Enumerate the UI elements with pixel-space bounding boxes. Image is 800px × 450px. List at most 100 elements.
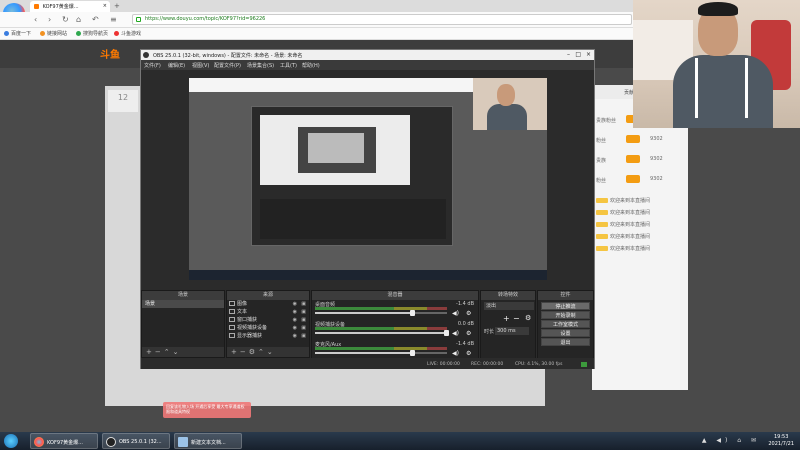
clock-time: 19:53 [773, 434, 789, 440]
exit-button[interactable]: 退出 [541, 338, 590, 346]
source-item[interactable]: 窗口捕获 ◉ ▣ [227, 316, 309, 324]
gear-icon[interactable]: ⚙ [466, 350, 471, 357]
shirt-stripe [745, 58, 748, 118]
forward-icon[interactable]: › [48, 15, 51, 24]
taskbar-item-browser[interactable]: KOF97黄金爆... [30, 433, 98, 449]
scene-item[interactable]: 场景 [142, 300, 224, 308]
speaker-icon[interactable]: ◀) [452, 350, 459, 357]
chat-message: 欢迎来到本直播间 [596, 209, 650, 216]
menu-scene-collection[interactable]: 场景集合(S) [247, 62, 274, 69]
new-tab-icon[interactable]: + [114, 2, 120, 10]
maximize-icon[interactable]: □ [575, 51, 581, 58]
duration-field[interactable]: 300 ms [495, 327, 529, 335]
source-item[interactable]: 视频捕获设备 ◉ ▣ [227, 324, 309, 332]
gear-icon[interactable]: ⚙ [466, 310, 471, 317]
remove-icon[interactable]: − [155, 348, 164, 356]
studio-mode-button[interactable]: 工作室模式 [541, 320, 590, 328]
user-tag-icon [596, 210, 608, 215]
taskbar: KOF97黄金爆... OBS 25.0.1 (32... 新建文本文档... … [0, 432, 800, 450]
slider-knob[interactable] [410, 350, 415, 356]
speaker-icon[interactable]: ◀) [452, 330, 459, 337]
down-icon[interactable]: ⌄ [267, 348, 276, 356]
danmu-tip[interactable]: 回复该礼物入场 开通后享受 最大专享通道权限和道具特权 [163, 402, 251, 418]
preview-nested [260, 115, 410, 185]
remove-icon[interactable]: − [240, 348, 249, 356]
clock[interactable]: 19:53 2021/7/21 [768, 434, 794, 448]
menu-edit[interactable]: 编辑(E) [168, 62, 185, 69]
obs-preview[interactable] [189, 78, 547, 280]
lock-icon: ▣ [301, 333, 306, 339]
settings-button[interactable]: 设置 [541, 329, 590, 337]
bookmark-item[interactable]: 斗鱼游戏 [114, 30, 141, 37]
add-transition-icon[interactable]: + [503, 314, 510, 323]
obs-title-text: OBS 25.0.1 (32-bit, windows) - 配置文件: 未命名… [153, 53, 303, 59]
transition-select[interactable]: 淡出 [484, 302, 534, 310]
obs-menubar: 文件(F) 编辑(E) 视图(V) 配置文件(P) 场景集合(S) 工具(T) … [141, 60, 594, 70]
douyu-favicon-icon [34, 4, 39, 9]
gear-icon[interactable]: ⚙ [249, 348, 258, 356]
up-icon[interactable]: ⌃ [164, 348, 173, 356]
link-icon [40, 31, 45, 36]
system-tray[interactable]: ▲ ◀) ⌂ ✉ [702, 437, 760, 444]
source-item[interactable]: 图像 ◉ ▣ [227, 300, 309, 308]
menu-icon[interactable]: ≡ [110, 15, 117, 24]
up-icon[interactable]: ⌃ [258, 348, 267, 356]
clock-date: 2021/7/21 [768, 441, 794, 447]
chat-message: 欢迎来到本直播间 [596, 245, 650, 252]
user-tag-icon [596, 222, 608, 227]
slider-knob[interactable] [444, 330, 449, 336]
douyu-icon [114, 31, 119, 36]
remove-transition-icon[interactable]: − [513, 314, 520, 323]
menu-profile[interactable]: 配置文件(P) [214, 62, 241, 69]
speaker-icon[interactable]: ◀) [452, 310, 459, 317]
minimize-icon[interactable]: – [567, 51, 570, 58]
menu-view[interactable]: 视图(V) [192, 62, 209, 69]
stream-health-icon [581, 362, 587, 367]
volume-slider[interactable] [315, 332, 447, 334]
down-icon[interactable]: ⌄ [173, 348, 182, 356]
lock-icon: ▣ [301, 301, 306, 307]
gear-icon[interactable]: ⚙ [466, 330, 471, 337]
menu-file[interactable]: 文件(F) [144, 62, 161, 69]
cpu-status: CPU: 4.1%, 30.00 fps [515, 362, 563, 367]
bookmark-item[interactable]: 链接网站 [40, 30, 67, 37]
text-icon [229, 309, 235, 314]
volume-slider[interactable] [315, 312, 447, 314]
volume-slider[interactable] [315, 352, 447, 354]
eye-icon: ◉ [292, 301, 297, 307]
address-bar[interactable]: https://www.douyu.com/topic/KOF97?rid=96… [132, 14, 632, 25]
browser-tab[interactable]: KOF97黄金爆... × [30, 1, 110, 12]
taskbar-item-obs[interactable]: OBS 25.0.1 (32... [102, 433, 170, 449]
slider-knob[interactable] [410, 310, 415, 316]
mixer-channel: 桌面音频 -1.4 dB ◀) ⚙ [315, 301, 474, 317]
add-icon[interactable]: + [146, 348, 155, 356]
start-record-button[interactable]: 开始录制 [541, 311, 590, 319]
eye-icon: ◉ [292, 333, 297, 339]
taskbar-item-notepad[interactable]: 新建文本文档... [174, 433, 242, 449]
source-item[interactable]: 显示器捕获 ◉ ▣ [227, 332, 309, 340]
close-tab-icon[interactable]: × [103, 3, 107, 9]
preview-person-shirt [487, 104, 527, 130]
mixer-dock: 混音器 桌面音频 -1.4 dB ◀) ⚙ 视频捕获设备 0.0 dB ◀) ⚙ 麦… [311, 290, 479, 358]
menu-tools[interactable]: 工具(T) [280, 62, 297, 69]
scenes-toolbar: +−⌃⌄ [142, 347, 224, 357]
preview-nested-3 [308, 133, 364, 163]
source-item[interactable]: 文本 ◉ ▣ [227, 308, 309, 316]
add-icon[interactable]: + [231, 348, 240, 356]
webcam-feed [633, 0, 800, 128]
home-icon[interactable]: ⌂ [76, 15, 81, 24]
site-logo[interactable]: 斗鱼 [100, 46, 120, 61]
start-button-icon[interactable] [4, 434, 18, 448]
gear-icon[interactable]: ⚙ [525, 314, 531, 322]
refresh-icon[interactable]: ↻ [62, 15, 69, 24]
notepad-icon [178, 437, 188, 447]
stop-stream-button[interactable]: 停止推流 [541, 302, 590, 310]
bookmark-item[interactable]: 百度一下 [4, 30, 31, 37]
bookmark-item[interactable]: 搜狗导航页 [76, 30, 108, 37]
obs-window: OBS 25.0.1 (32-bit, windows) - 配置文件: 未命名… [140, 49, 595, 369]
back-icon[interactable]: ‹ [34, 15, 37, 24]
undo-icon[interactable]: ↶ [92, 15, 99, 24]
close-icon[interactable]: × [586, 51, 591, 58]
menu-help[interactable]: 帮助(H) [302, 62, 320, 69]
chat-message: 欢迎来到本直播间 [596, 221, 650, 228]
